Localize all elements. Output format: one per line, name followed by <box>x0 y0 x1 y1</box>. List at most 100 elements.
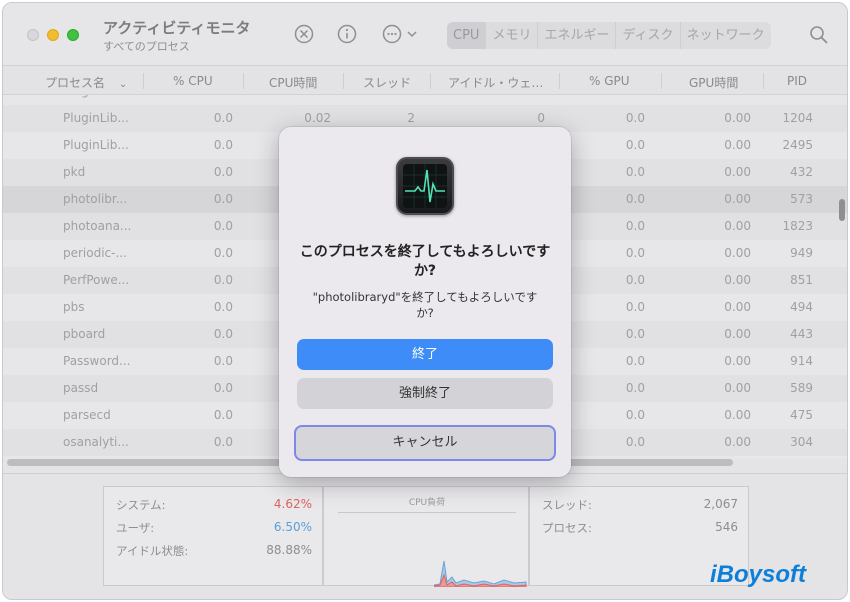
process-name: Password... <box>63 354 131 368</box>
column-divider[interactable] <box>430 73 431 89</box>
threads-label: スレッド: <box>542 498 592 512</box>
cpu-value: 0.0 <box>213 408 233 422</box>
gpu-value: 0.0 <box>625 381 645 395</box>
gpu-value: 0.0 <box>625 192 645 206</box>
process-name: PluginLib... <box>63 111 129 125</box>
pid-value: 573 <box>790 192 813 206</box>
gpu-value: 0.0 <box>625 300 645 314</box>
threads-value: 2 <box>407 111 415 125</box>
app-title: アクティビティモニタ <box>103 19 251 37</box>
gpu-value: 0.0 <box>625 246 645 260</box>
column-header-threads[interactable]: スレッド <box>363 74 411 91</box>
gpu-time-value: 0.00 <box>724 273 751 287</box>
force-quit-button[interactable]: 強制終了 <box>297 378 553 409</box>
dialog-message: "photolibraryd"を終了してもよろしいですか? <box>312 290 538 320</box>
table-row[interactable]: PluginLib… <box>3 95 847 103</box>
column-header-name[interactable]: プロセス名 ⌄ <box>45 74 127 91</box>
gpu-value: 0.0 <box>625 219 645 233</box>
titlebar: アクティビティモニタ すべてのプロセス CPU メモリ エネルギー ディスク ネ… <box>3 3 847 65</box>
cpu-value: 0.0 <box>213 111 233 125</box>
gpu-value: 0.0 <box>625 408 645 422</box>
pid-value: 949 <box>790 246 813 260</box>
pid-value: 2495 <box>782 138 813 152</box>
pid-value: 475 <box>790 408 813 422</box>
processes-label: プロセス: <box>542 521 592 535</box>
zoom-window-button[interactable] <box>67 29 79 41</box>
cpu-value: 0.0 <box>213 381 233 395</box>
processes-value: 546 <box>715 520 738 534</box>
more-actions-button[interactable] <box>381 23 421 45</box>
cpu-value: 0.0 <box>213 192 233 206</box>
vertical-scrollbar[interactable] <box>839 199 845 221</box>
cpu-usage-panel: システム: 4.62% ユーザ: 6.50% アイドル状態: 88.88% <box>103 486 323 586</box>
heartbeat-icon <box>403 164 447 208</box>
column-divider[interactable] <box>763 73 764 89</box>
view-tabs: CPU メモリ エネルギー ディスク ネットワーク <box>447 22 771 49</box>
column-header-gpu-time[interactable]: GPU時間 <box>689 74 738 91</box>
process-name: pkd <box>63 165 86 179</box>
tab-memory[interactable]: メモリ <box>486 22 539 49</box>
cpu-load-graph <box>434 560 527 587</box>
graph-baseline <box>338 512 516 513</box>
stop-process-button[interactable] <box>293 23 315 45</box>
pid-value: 914 <box>790 354 813 368</box>
process-name: photoana... <box>63 219 132 233</box>
gpu-time-value: 0.00 <box>724 219 751 233</box>
column-header-gpu[interactable]: % GPU <box>589 74 630 88</box>
gpu-time-value: 0.00 <box>724 138 751 152</box>
tab-cpu[interactable]: CPU <box>447 22 487 49</box>
user-value: 6.50% <box>273 520 312 534</box>
iboysoft-watermark: iBoysoft <box>710 561 806 588</box>
gpu-time-value: 0.00 <box>724 300 751 314</box>
pid-value: 1204 <box>782 111 813 125</box>
gpu-time-value: 0.00 <box>724 246 751 260</box>
minimize-window-button[interactable] <box>47 29 59 41</box>
gpu-time-value: 0.00 <box>724 408 751 422</box>
tab-energy[interactable]: エネルギー <box>538 22 617 49</box>
gpu-value: 0.0 <box>625 273 645 287</box>
cpu-value: 0.0 <box>213 165 233 179</box>
quit-button[interactable]: 終了 <box>297 339 553 370</box>
gpu-time-value: 0.00 <box>724 165 751 179</box>
gpu-value: 0.0 <box>625 435 645 449</box>
process-name: pboard <box>63 327 106 341</box>
cpu-value: 0.0 <box>213 138 233 152</box>
activity-monitor-app-icon <box>396 157 454 215</box>
search-button[interactable] <box>809 25 829 45</box>
column-divider[interactable] <box>243 73 244 89</box>
pid-value: 304 <box>790 435 813 449</box>
tab-network[interactable]: ネットワーク <box>681 22 771 49</box>
column-divider[interactable] <box>343 73 344 89</box>
gpu-value: 0.0 <box>625 354 645 368</box>
gpu-time-value: 0.00 <box>724 327 751 341</box>
gpu-time-value: 0.00 <box>724 354 751 368</box>
process-name: osanalyti... <box>63 435 129 449</box>
process-name: PerfPowe... <box>63 273 130 287</box>
column-header-cpu-time[interactable]: CPU時間 <box>269 74 317 91</box>
system-label: システム: <box>116 498 166 512</box>
process-name: passd <box>63 381 99 395</box>
cpu-value: 0.0 <box>213 354 233 368</box>
column-divider[interactable] <box>559 73 560 89</box>
column-header-idle-wakeups[interactable]: アイドル・ウェ… <box>448 74 543 91</box>
column-header-cpu[interactable]: % CPU <box>173 74 213 88</box>
column-divider[interactable] <box>661 73 662 89</box>
column-header-pid[interactable]: PID <box>787 74 807 88</box>
cpu-value: 0.0 <box>213 219 233 233</box>
column-divider[interactable] <box>143 73 144 89</box>
cpu-value: 0.0 <box>213 327 233 341</box>
tab-disk[interactable]: ディスク <box>616 22 681 49</box>
pid-value: 851 <box>790 273 813 287</box>
cancel-button[interactable]: キャンセル <box>294 425 556 461</box>
stop-icon <box>294 24 314 44</box>
threads-value: 2,067 <box>703 497 738 511</box>
quit-process-dialog: このプロセスを終了してもよろしいですか? "photolibraryd"を終了し… <box>279 127 571 477</box>
close-window-button[interactable] <box>27 29 39 41</box>
info-button[interactable] <box>336 23 358 45</box>
gpu-time-value: 0.00 <box>724 111 751 125</box>
process-name: parsecd <box>63 408 111 422</box>
idle-value: 88.88% <box>266 543 312 557</box>
gpu-time-value: 0.00 <box>724 381 751 395</box>
process-name: photolibr... <box>63 192 128 206</box>
idle-label: アイドル状態: <box>116 544 189 558</box>
